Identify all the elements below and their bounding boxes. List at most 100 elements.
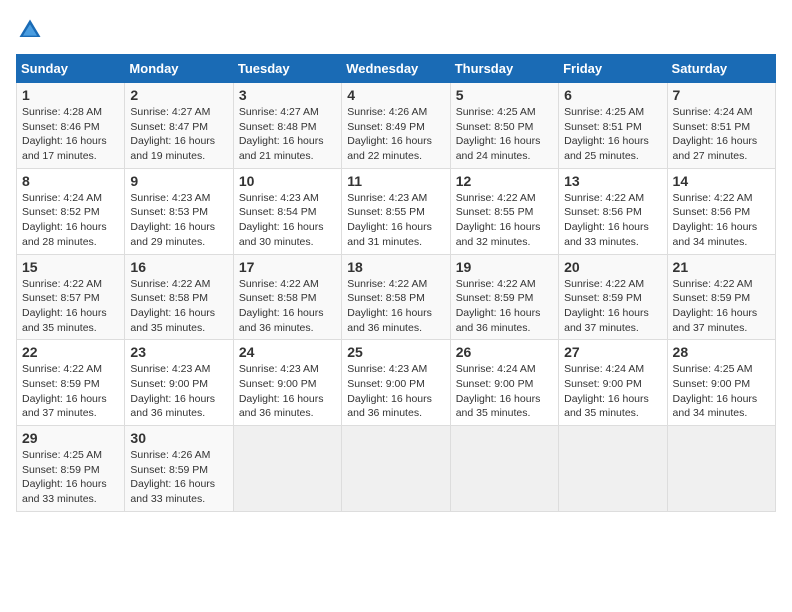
day-info: Sunrise: 4:23 AM Sunset: 8:55 PM Dayligh… [347,191,444,250]
calendar-cell: 9 Sunrise: 4:23 AM Sunset: 8:53 PM Daylig… [125,168,233,254]
day-number: 19 [456,259,553,275]
calendar-cell: 7 Sunrise: 4:24 AM Sunset: 8:51 PM Daylig… [667,83,775,169]
day-info: Sunrise: 4:22 AM Sunset: 8:58 PM Dayligh… [347,277,444,336]
day-info: Sunrise: 4:22 AM Sunset: 8:55 PM Dayligh… [456,191,553,250]
calendar-cell: 6 Sunrise: 4:25 AM Sunset: 8:51 PM Daylig… [559,83,667,169]
header-sunday: Sunday [17,55,125,83]
week-row-3: 15 Sunrise: 4:22 AM Sunset: 8:57 PM Dayli… [17,254,776,340]
calendar-header: SundayMondayTuesdayWednesdayThursdayFrid… [17,55,776,83]
week-row-4: 22 Sunrise: 4:22 AM Sunset: 8:59 PM Dayli… [17,340,776,426]
calendar-cell [450,426,558,512]
day-number: 13 [564,173,661,189]
day-info: Sunrise: 4:25 AM Sunset: 8:59 PM Dayligh… [22,448,119,507]
day-number: 24 [239,344,336,360]
day-info: Sunrise: 4:25 AM Sunset: 8:51 PM Dayligh… [564,105,661,164]
day-info: Sunrise: 4:22 AM Sunset: 8:59 PM Dayligh… [22,362,119,421]
logo-icon [16,16,44,44]
header-row: SundayMondayTuesdayWednesdayThursdayFrid… [17,55,776,83]
day-number: 14 [673,173,770,189]
calendar-cell: 28Sunrise: 4:25 AM Sunset: 9:00 PM Dayli… [667,340,775,426]
calendar-cell: 29 Sunrise: 4:25 AM Sunset: 8:59 PM Dayli… [17,426,125,512]
day-info: Sunrise: 4:22 AM Sunset: 8:56 PM Dayligh… [673,191,770,250]
header [16,16,776,44]
day-info: Sunrise: 4:23 AM Sunset: 9:00 PM Dayligh… [347,362,444,421]
day-number: 3 [239,87,336,103]
calendar-cell: 19 Sunrise: 4:22 AM Sunset: 8:59 PM Dayli… [450,254,558,340]
day-number: 11 [347,173,444,189]
calendar-cell: 24Sunrise: 4:23 AM Sunset: 9:00 PM Dayli… [233,340,341,426]
day-info: Sunrise: 4:22 AM Sunset: 8:59 PM Dayligh… [673,277,770,336]
day-number: 9 [130,173,227,189]
day-info: Sunrise: 4:23 AM Sunset: 9:00 PM Dayligh… [130,362,227,421]
calendar-cell: 5Sunrise: 4:25 AM Sunset: 8:50 PM Daylig… [450,83,558,169]
calendar-cell: 17 Sunrise: 4:22 AM Sunset: 8:58 PM Dayli… [233,254,341,340]
day-info: Sunrise: 4:24 AM Sunset: 8:52 PM Dayligh… [22,191,119,250]
calendar-cell: 8 Sunrise: 4:24 AM Sunset: 8:52 PM Daylig… [17,168,125,254]
logo [16,16,48,44]
day-number: 27 [564,344,661,360]
day-info: Sunrise: 4:22 AM Sunset: 8:59 PM Dayligh… [456,277,553,336]
day-info: Sunrise: 4:22 AM Sunset: 8:58 PM Dayligh… [130,277,227,336]
calendar-cell: 16 Sunrise: 4:22 AM Sunset: 8:58 PM Dayli… [125,254,233,340]
calendar-cell: 21 Sunrise: 4:22 AM Sunset: 8:59 PM Dayli… [667,254,775,340]
calendar-cell: 26Sunrise: 4:24 AM Sunset: 9:00 PM Dayli… [450,340,558,426]
header-wednesday: Wednesday [342,55,450,83]
header-thursday: Thursday [450,55,558,83]
day-number: 12 [456,173,553,189]
day-info: Sunrise: 4:26 AM Sunset: 8:59 PM Dayligh… [130,448,227,507]
calendar-cell: 18 Sunrise: 4:22 AM Sunset: 8:58 PM Dayli… [342,254,450,340]
day-info: Sunrise: 4:23 AM Sunset: 8:54 PM Dayligh… [239,191,336,250]
calendar-cell [342,426,450,512]
day-number: 25 [347,344,444,360]
day-info: Sunrise: 4:24 AM Sunset: 9:00 PM Dayligh… [456,362,553,421]
day-number: 29 [22,430,119,446]
day-info: Sunrise: 4:25 AM Sunset: 9:00 PM Dayligh… [673,362,770,421]
calendar-cell: 20Sunrise: 4:22 AM Sunset: 8:59 PM Dayli… [559,254,667,340]
day-number: 21 [673,259,770,275]
calendar-cell: 10Sunrise: 4:23 AM Sunset: 8:54 PM Dayli… [233,168,341,254]
calendar-cell: 30 Sunrise: 4:26 AM Sunset: 8:59 PM Dayli… [125,426,233,512]
day-number: 1 [22,87,119,103]
calendar-cell: 27 Sunrise: 4:24 AM Sunset: 9:00 PM Dayli… [559,340,667,426]
day-number: 5 [456,87,553,103]
calendar-cell: 23 Sunrise: 4:23 AM Sunset: 9:00 PM Dayli… [125,340,233,426]
day-info: Sunrise: 4:26 AM Sunset: 8:49 PM Dayligh… [347,105,444,164]
day-info: Sunrise: 4:23 AM Sunset: 8:53 PM Dayligh… [130,191,227,250]
calendar-cell: 2 Sunrise: 4:27 AM Sunset: 8:47 PM Daylig… [125,83,233,169]
week-row-1: 1 Sunrise: 4:28 AM Sunset: 8:46 PM Daylig… [17,83,776,169]
day-info: Sunrise: 4:22 AM Sunset: 8:58 PM Dayligh… [239,277,336,336]
day-info: Sunrise: 4:27 AM Sunset: 8:47 PM Dayligh… [130,105,227,164]
calendar-cell: 15 Sunrise: 4:22 AM Sunset: 8:57 PM Dayli… [17,254,125,340]
calendar-cell [667,426,775,512]
calendar-cell: 13 Sunrise: 4:22 AM Sunset: 8:56 PM Dayli… [559,168,667,254]
day-number: 4 [347,87,444,103]
day-info: Sunrise: 4:27 AM Sunset: 8:48 PM Dayligh… [239,105,336,164]
day-info: Sunrise: 4:22 AM Sunset: 8:57 PM Dayligh… [22,277,119,336]
day-number: 17 [239,259,336,275]
calendar-cell: 3 Sunrise: 4:27 AM Sunset: 8:48 PM Daylig… [233,83,341,169]
calendar-cell: 12 Sunrise: 4:22 AM Sunset: 8:55 PM Dayli… [450,168,558,254]
day-number: 30 [130,430,227,446]
day-number: 23 [130,344,227,360]
day-number: 8 [22,173,119,189]
calendar-cell: 1 Sunrise: 4:28 AM Sunset: 8:46 PM Daylig… [17,83,125,169]
calendar-cell: 22 Sunrise: 4:22 AM Sunset: 8:59 PM Dayli… [17,340,125,426]
calendar-cell [233,426,341,512]
day-number: 16 [130,259,227,275]
day-info: Sunrise: 4:22 AM Sunset: 8:56 PM Dayligh… [564,191,661,250]
day-number: 15 [22,259,119,275]
day-info: Sunrise: 4:24 AM Sunset: 9:00 PM Dayligh… [564,362,661,421]
day-info: Sunrise: 4:28 AM Sunset: 8:46 PM Dayligh… [22,105,119,164]
day-info: Sunrise: 4:24 AM Sunset: 8:51 PM Dayligh… [673,105,770,164]
day-number: 7 [673,87,770,103]
day-number: 22 [22,344,119,360]
day-number: 2 [130,87,227,103]
calendar-table: SundayMondayTuesdayWednesdayThursdayFrid… [16,54,776,512]
day-number: 6 [564,87,661,103]
calendar-cell: 11 Sunrise: 4:23 AM Sunset: 8:55 PM Dayli… [342,168,450,254]
week-row-5: 29 Sunrise: 4:25 AM Sunset: 8:59 PM Dayli… [17,426,776,512]
day-number: 18 [347,259,444,275]
calendar-body: 1 Sunrise: 4:28 AM Sunset: 8:46 PM Daylig… [17,83,776,512]
header-monday: Monday [125,55,233,83]
day-info: Sunrise: 4:22 AM Sunset: 8:59 PM Dayligh… [564,277,661,336]
